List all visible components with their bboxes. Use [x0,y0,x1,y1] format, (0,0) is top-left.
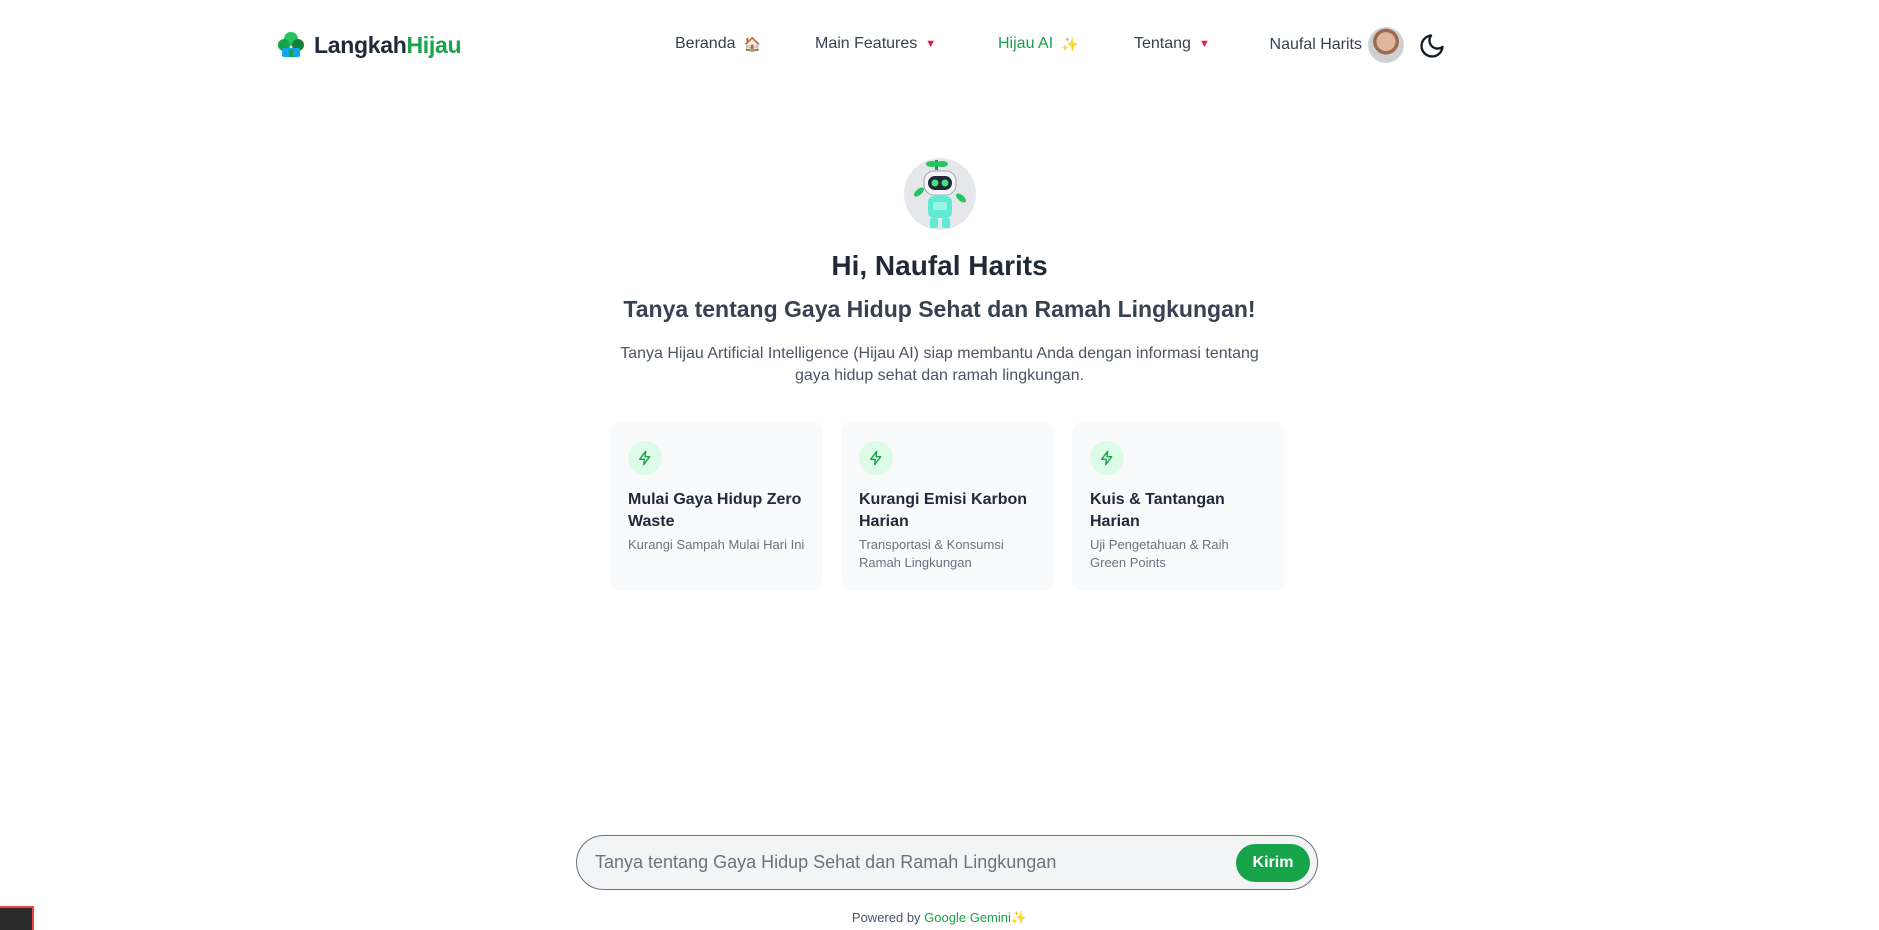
suggestion-cards: Mulai Gaya Hidup Zero Waste Kurangi Samp… [610,422,1285,591]
card-subtitle: Transportasi & Konsumsi Ramah Lingkungan [859,537,1004,570]
hero-section: Hi, Naufal Harits Tanya tentang Gaya Hid… [0,158,1879,387]
lightning-icon [1090,441,1124,475]
nav-item-label: Beranda [675,35,736,52]
nav-item-label: Tentang [1134,35,1191,52]
lightning-icon [859,441,893,475]
subtitle: Tanya tentang Gaya Hidup Sehat dan Ramah… [623,296,1256,322]
nav-item-tentang[interactable]: Tentang ▼ [1134,35,1210,53]
main-nav: Beranda 🏠 Main Features ▼ Hijau AI ✨ Ten… [0,35,1879,59]
card-title: Mulai Gaya Hidup Zero Waste [628,491,802,530]
nav-item-label: Main Features [815,35,918,52]
suggestion-card[interactable]: Kurangi Emisi Karbon Harian Transportasi… [841,422,1054,591]
moon-icon[interactable] [1418,32,1446,60]
card-subtitle: Uji Pengetahuan & Raih Green Points [1090,537,1229,570]
powered-brand-link[interactable]: Google Gemini [924,910,1011,925]
card-title: Kurangi Emisi Karbon Harian [859,491,1028,530]
powered-prefix: Powered by [851,910,925,925]
caret-down-icon: ▼ [925,38,937,50]
user-menu[interactable]: Naufal Harits [1270,27,1404,63]
avatar [1368,27,1404,63]
chat-input[interactable] [595,842,1236,883]
sparkles-icon: ✨ [1010,910,1028,925]
nav-item-main-features[interactable]: Main Features ▼ [815,35,936,53]
card-title: Kuis & Tantangan Harian [1090,491,1225,530]
house-icon: 🏠 [743,35,761,52]
suggestion-card[interactable]: Mulai Gaya Hidup Zero Waste Kurangi Samp… [610,422,823,591]
greeting-heading: Hi, Naufal Harits [831,250,1048,281]
user-name: Naufal Harits [1269,36,1362,53]
top-header: LangkahHijau Beranda 🏠 Main Features ▼ H… [0,0,1879,92]
description: Tanya Hijau Artificial Intelligence (Hij… [620,345,1259,384]
sparkles-icon: ✨ [1061,35,1079,52]
lightning-icon [628,441,662,475]
card-subtitle: Kurangi Sampah Mulai Hari Ini [628,537,805,552]
robot-avatar [903,158,976,230]
robot-icon [913,160,966,228]
nav-item-beranda[interactable]: Beranda 🏠 [675,35,761,53]
send-button[interactable]: Kirim [1236,843,1310,882]
powered-by: Powered by Google Gemini✨ [0,910,1879,926]
caret-down-icon: ▼ [1198,38,1210,50]
nav-item-label: Hijau AI [998,35,1054,52]
debug-toolbar-icon[interactable] [0,906,34,930]
chat-bar: Kirim [576,835,1318,890]
suggestion-card[interactable]: Kuis & Tantangan Harian Uji Pengetahuan … [1072,422,1285,591]
nav-item-hijau-ai[interactable]: Hijau AI ✨ [998,35,1079,53]
